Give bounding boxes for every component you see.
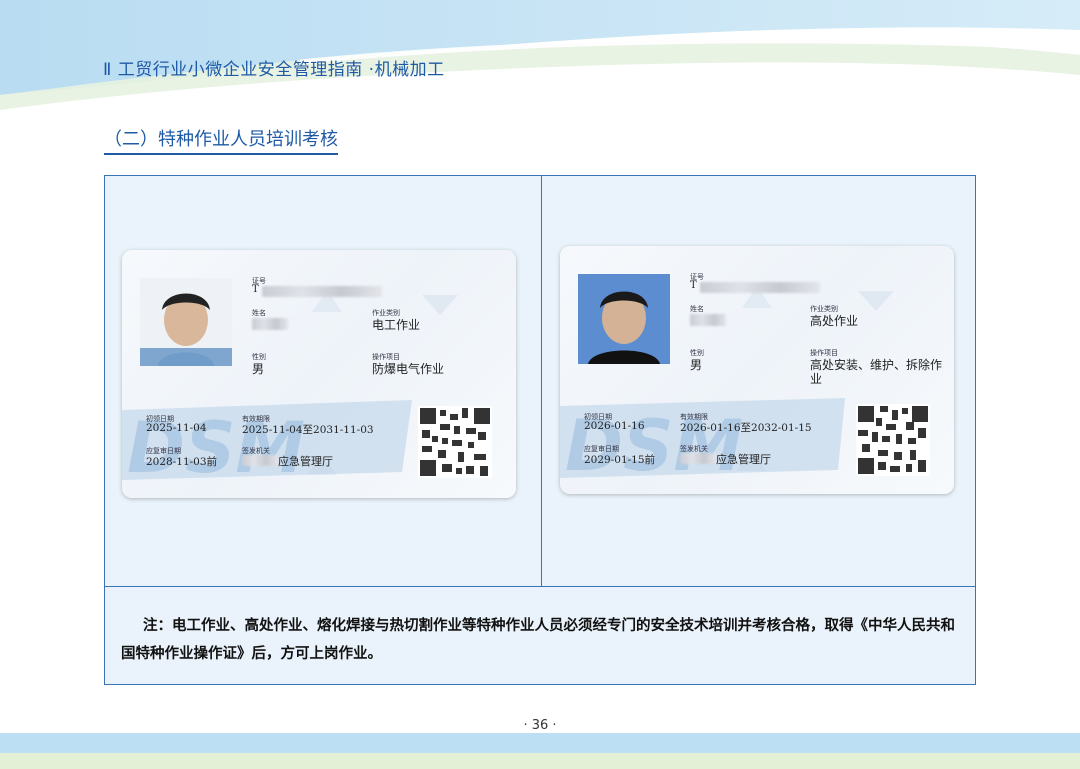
certificate-card-height: DSM 证号 T 姓名 性别 男 作业类别 高处作业 操作项目 高处安装、维护、…: [560, 246, 954, 494]
value-category: 高处作业: [810, 314, 859, 328]
redacted-cert-no: [700, 282, 820, 293]
value-first-date: 2025-11-04: [146, 422, 207, 434]
running-header: Ⅱ 工贸行业小微企业安全管理指南 ·机械加工: [103, 60, 445, 80]
footer-band: [0, 733, 1080, 769]
value-gender: 男: [690, 358, 703, 372]
value-item: 防爆电气作业: [372, 362, 445, 376]
redacted-name: [252, 318, 288, 330]
redacted-issuer-region: [242, 455, 278, 466]
value-item-continued: 业: [810, 372, 823, 386]
qr-code: [856, 404, 930, 476]
holder-photo: [578, 274, 670, 364]
value-gender: 男: [252, 362, 265, 376]
certificate-card-electrical: DSM 证号 T 姓名 性别 男 作业类别 电工作业 操作项目 防爆电气作业 初…: [122, 250, 516, 498]
panel-divider-vertical: [541, 176, 542, 586]
page-number: · 36 ·: [523, 718, 557, 733]
value-first-date: 2026-01-16: [584, 420, 645, 432]
value-item: 高处安装、维护、拆除作: [810, 358, 943, 372]
value-review-date: 2028-11-03前: [146, 456, 218, 468]
value-category: 电工作业: [372, 318, 421, 332]
value-cert-no: T: [690, 280, 697, 291]
redacted-name: [690, 314, 726, 326]
value-issuer: 应急管理厅: [278, 455, 333, 468]
redacted-cert-no: [262, 286, 382, 297]
label-name: 姓名: [690, 305, 704, 313]
redacted-issuer-region: [680, 453, 716, 464]
value-review-date: 2029-01-15前: [584, 454, 656, 466]
value-cert-no: T: [252, 284, 259, 295]
section-heading: （二）特种作业人员培训考核: [104, 125, 338, 155]
certificate-panel: DSM 证号 T 姓名 性别 男 作业类别 电工作业 操作项目 防爆电气作业 初…: [104, 175, 976, 685]
holder-photo: [140, 278, 232, 366]
label-name: 姓名: [252, 309, 266, 317]
note-paragraph: 注：电工作业、高处作业、熔化焊接与热切割作业等特种作业人员必须经专门的安全技术培…: [121, 617, 955, 662]
value-issuer: 应急管理厅: [716, 453, 771, 466]
value-valid: 2026-01-16至2032-01-15: [680, 422, 812, 434]
panel-divider-horizontal: [105, 586, 975, 587]
value-valid: 2025-11-04至2031-11-03: [242, 424, 374, 436]
qr-code: [418, 406, 492, 478]
